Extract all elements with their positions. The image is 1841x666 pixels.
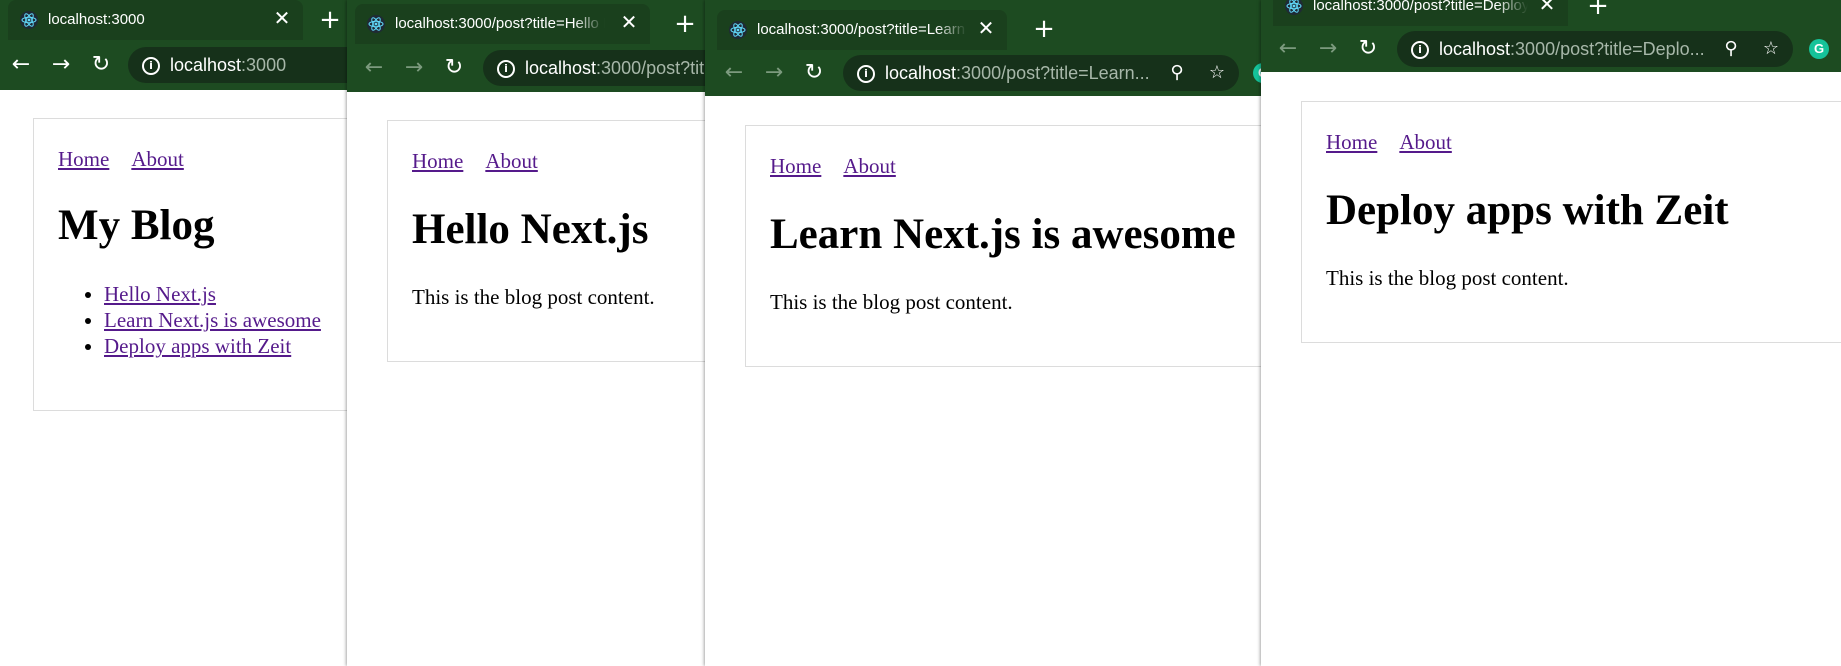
post-link[interactable]: Learn Next.js is awesome	[104, 308, 321, 332]
page-nav: Home About	[1326, 130, 1470, 155]
forward-arrow-icon[interactable]: →	[761, 60, 787, 86]
browser-tab[interactable]: localhost:3000 ✕	[8, 0, 303, 40]
post-content: This is the blog post content.	[770, 290, 1013, 314]
tab-title: localhost:3000/post?title=Hello Next.js	[395, 15, 605, 32]
plus-icon[interactable]: +	[1030, 15, 1058, 43]
about-link[interactable]: About	[843, 154, 896, 178]
page-card: Home About Learn Next.js is awesome This…	[745, 125, 1265, 367]
url-text: localhost:3000	[170, 55, 287, 75]
post-content: This is the blog post content.	[1326, 266, 1569, 290]
browser-tab[interactable]: localhost:3000/post?title=Hello Next.js …	[355, 4, 650, 44]
home-link[interactable]: Home	[412, 149, 463, 173]
forward-arrow-icon[interactable]: →	[1315, 36, 1341, 62]
close-icon[interactable]: ✕	[975, 18, 997, 40]
about-link[interactable]: About	[485, 149, 538, 173]
tab-title: localhost:3000/post?title=Deploy apps wi…	[1313, 0, 1528, 14]
info-icon[interactable]: i	[142, 57, 160, 75]
browser-tab[interactable]: localhost:3000/post?title=Deploy apps wi…	[1273, 0, 1568, 26]
plus-icon[interactable]: +	[316, 6, 344, 34]
reload-icon[interactable]: ↻	[441, 55, 467, 81]
browser-window-1: localhost:3000 ✕ + ← → ↻ i localhost:300…	[0, 0, 360, 666]
zoom-icon[interactable]: ⚲	[1167, 63, 1187, 83]
list-item: Learn Next.js is awesome	[104, 307, 321, 333]
forward-arrow-icon[interactable]: →	[401, 55, 427, 81]
star-icon[interactable]: ☆	[1207, 63, 1227, 83]
reload-icon[interactable]: ↻	[88, 52, 114, 78]
react-logo-icon	[729, 21, 747, 39]
react-logo-icon	[367, 15, 385, 33]
about-link[interactable]: About	[1399, 130, 1452, 154]
zoom-icon[interactable]: ⚲	[1721, 39, 1741, 59]
back-arrow-icon[interactable]: ←	[8, 52, 34, 78]
page-title: My Blog	[58, 202, 215, 249]
close-icon[interactable]: ✕	[618, 12, 640, 34]
browser-tab[interactable]: localhost:3000/post?title=Learn Next.js …	[717, 10, 1007, 50]
plus-icon[interactable]: +	[671, 10, 699, 38]
tab-title: localhost:3000/post?title=Learn Next.js …	[757, 21, 967, 38]
url-text: localhost:3000/post?title=Deplo...	[1439, 39, 1705, 59]
page-nav: Home About	[58, 147, 202, 172]
close-icon[interactable]: ✕	[271, 8, 293, 30]
close-icon[interactable]: ✕	[1536, 0, 1558, 16]
page-nav: Home About	[412, 149, 556, 174]
page-title: Deploy apps with Zeit	[1326, 187, 1729, 234]
page-nav: Home About	[770, 154, 914, 179]
page-title: Learn Next.js is awesome	[770, 211, 1236, 258]
page-title: Hello Next.js	[412, 206, 649, 253]
browser-window-2: localhost:3000/post?title=Hello Next.js …	[347, 0, 747, 666]
page-card: Home About My Blog Hello Next.js Learn N…	[33, 118, 360, 411]
info-icon[interactable]: i	[857, 65, 875, 83]
post-content: This is the blog post content.	[412, 285, 655, 309]
address-bar[interactable]: i localhost:3000	[128, 47, 360, 83]
back-arrow-icon[interactable]: ←	[721, 60, 747, 86]
grammarly-icon[interactable]: G	[1809, 39, 1829, 59]
page-card: Home About Hello Next.js This is the blo…	[387, 120, 747, 362]
reload-icon[interactable]: ↻	[801, 60, 827, 86]
about-link[interactable]: About	[131, 147, 184, 171]
info-icon[interactable]: i	[1411, 41, 1429, 59]
page-card: Home About Deploy apps with Zeit This is…	[1301, 101, 1841, 343]
url-text: localhost:3000/post?title=Learn...	[885, 63, 1150, 83]
back-arrow-icon[interactable]: ←	[361, 55, 387, 81]
react-logo-icon	[1285, 0, 1303, 15]
post-link[interactable]: Deploy apps with Zeit	[104, 334, 291, 358]
home-link[interactable]: Home	[58, 147, 109, 171]
post-list: Hello Next.js Learn Next.js is awesome D…	[58, 281, 321, 359]
list-item: Hello Next.js	[104, 281, 321, 307]
star-icon[interactable]: ☆	[1761, 39, 1781, 59]
address-bar[interactable]: i localhost:3000/post?title=Learn... ⚲ ☆	[843, 55, 1239, 91]
post-link[interactable]: Hello Next.js	[104, 282, 216, 306]
info-icon[interactable]: i	[497, 60, 515, 78]
back-arrow-icon[interactable]: ←	[1275, 36, 1301, 62]
browser-window-4: localhost:3000/post?title=Deploy apps wi…	[1261, 0, 1841, 666]
forward-arrow-icon[interactable]: →	[48, 52, 74, 78]
list-item: Deploy apps with Zeit	[104, 333, 321, 359]
browser-window-3: localhost:3000/post?title=Learn Next.js …	[705, 0, 1265, 666]
home-link[interactable]: Home	[1326, 130, 1377, 154]
react-logo-icon	[20, 11, 38, 29]
address-bar[interactable]: i localhost:3000/post?title=Deplo... ⚲ ☆	[1397, 31, 1793, 67]
tab-title: localhost:3000	[48, 11, 145, 28]
home-link[interactable]: Home	[770, 154, 821, 178]
reload-icon[interactable]: ↻	[1355, 36, 1381, 62]
plus-icon[interactable]: +	[1584, 0, 1612, 20]
